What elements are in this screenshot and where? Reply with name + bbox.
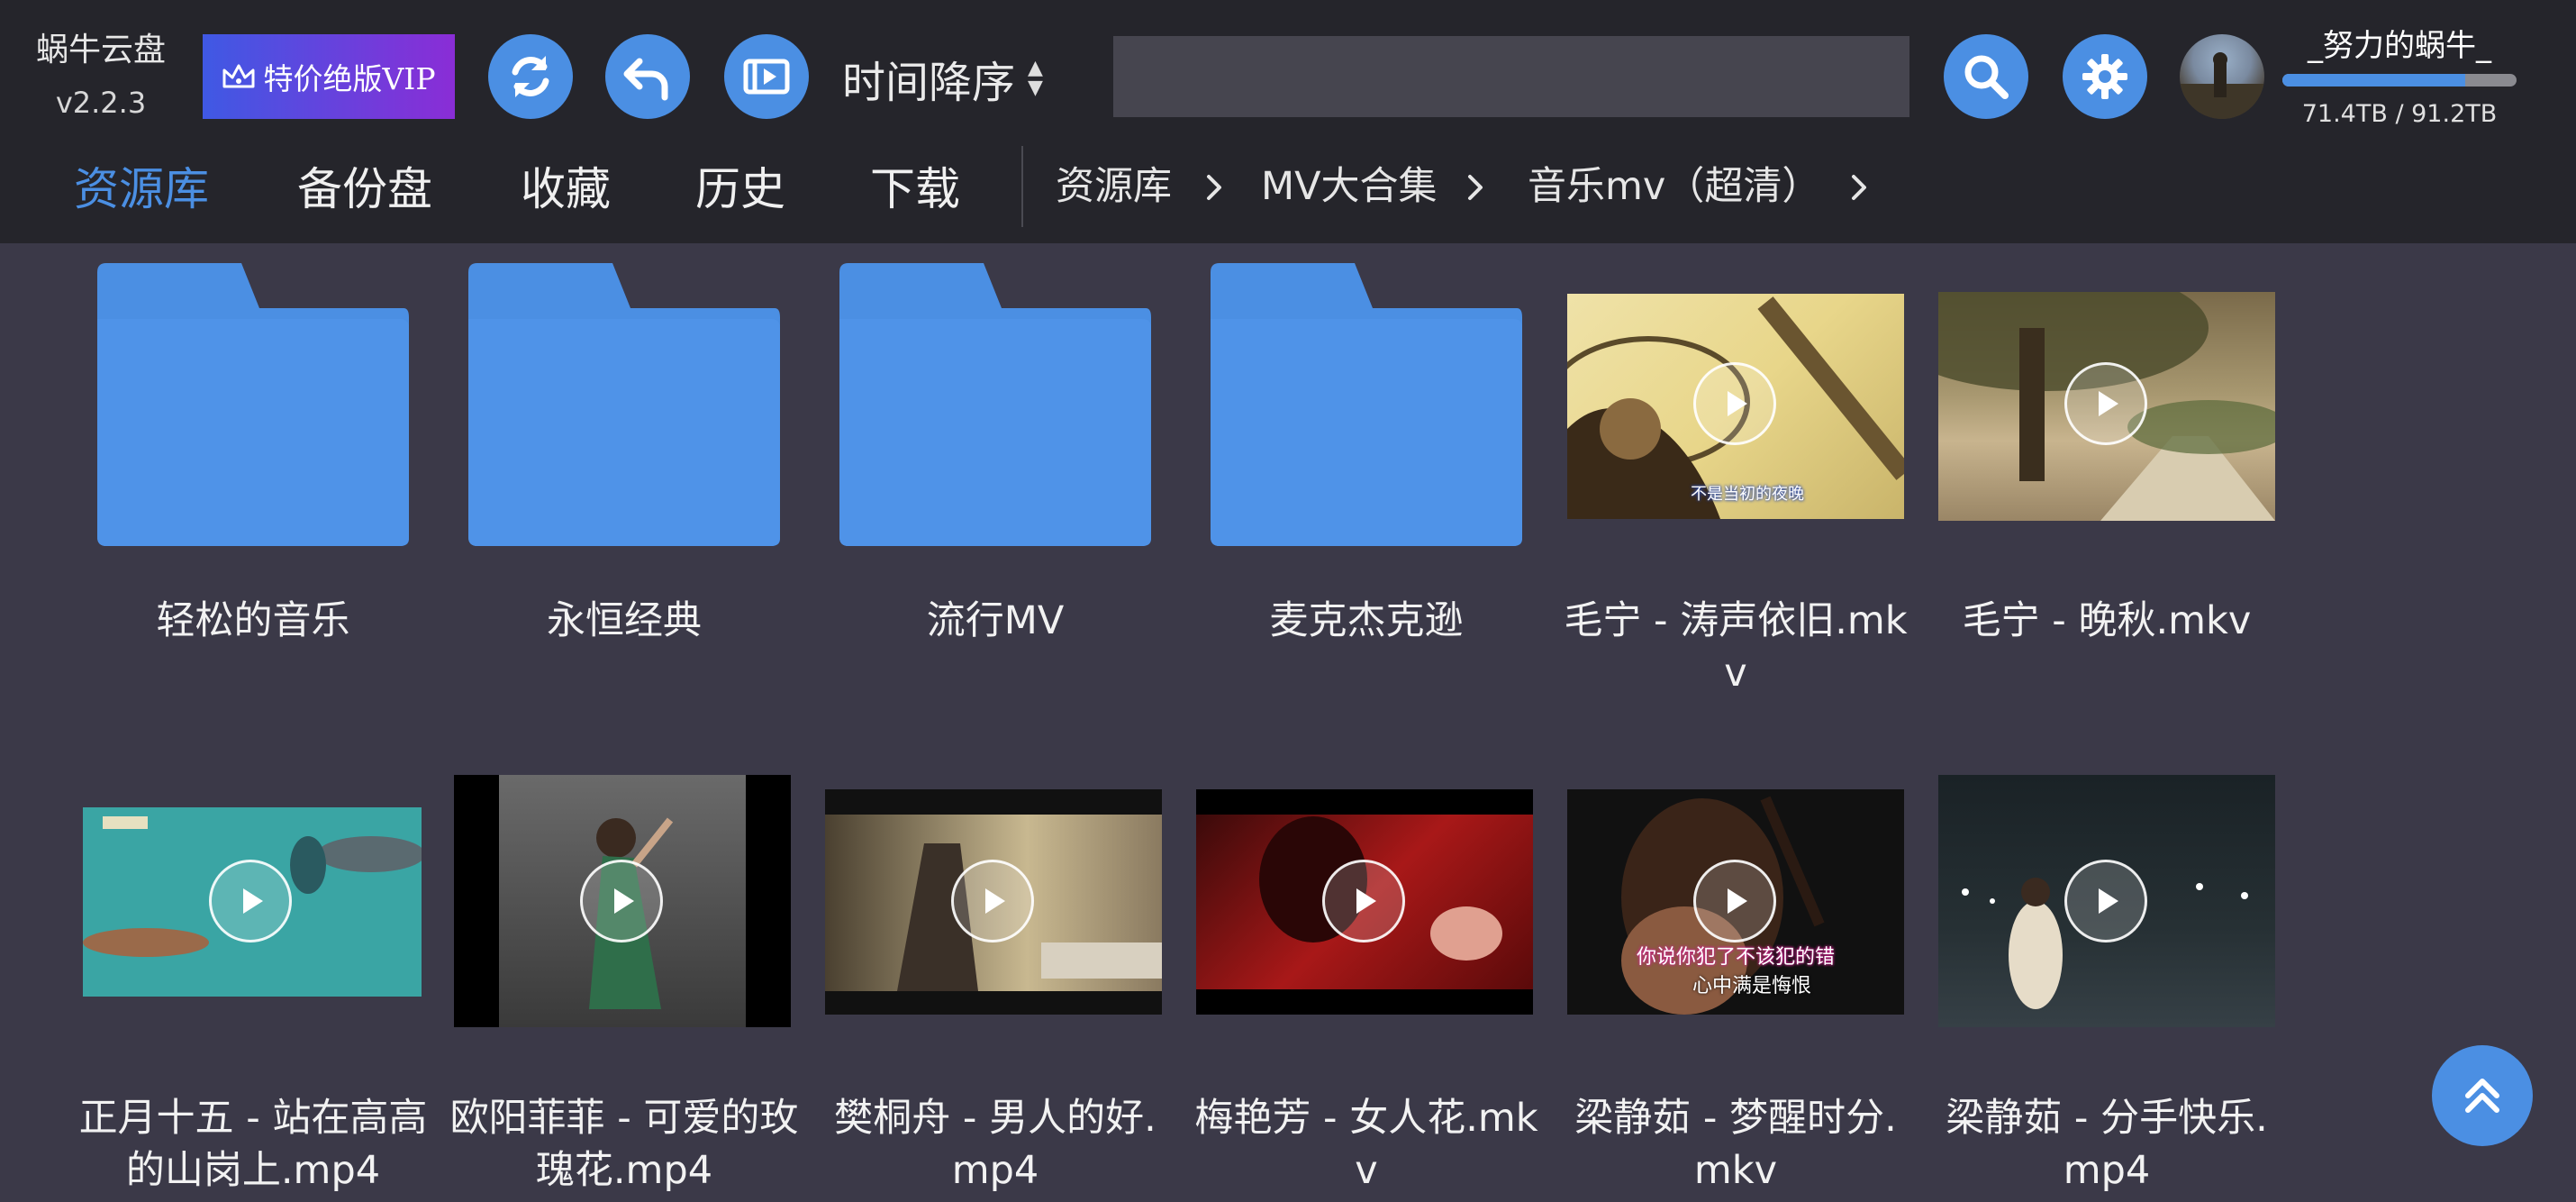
video-thumbnail: [454, 775, 791, 1027]
item-name: 梁静茹 - 梦醒时分.mkv: [1574, 1096, 1897, 1193]
video-thumbnail: [825, 789, 1162, 1015]
back-button[interactable]: [605, 34, 690, 119]
vip-crown-icon: [222, 64, 255, 88]
search-input[interactable]: [1113, 36, 1909, 117]
item-name: 樊桐舟 - 男人的好.mp4: [834, 1096, 1156, 1193]
settings-button[interactable]: [2063, 34, 2147, 119]
item-name: 麦克杰克逊: [1269, 598, 1464, 643]
video-thumbnail: [1196, 789, 1533, 1015]
sort-icon: ▲ ▼: [1028, 57, 1043, 99]
search-icon: [1964, 55, 2009, 99]
chevron-right-icon: [1468, 175, 1483, 200]
folder-icon: [1211, 263, 1522, 546]
breadcrumb-item[interactable]: 资源库: [1056, 155, 1172, 218]
video-thumbnail: 不是当初的夜晚: [1567, 294, 1904, 519]
video-subtitle: 你说你犯了不该犯的错: [1636, 946, 1835, 969]
vip-button[interactable]: 特价绝版VIP: [203, 34, 455, 119]
tab-history[interactable]: 历史: [695, 153, 785, 225]
video-list-button[interactable]: [724, 34, 809, 119]
item-name: 梅艳芳 - 女人花.mkv: [1194, 1096, 1538, 1193]
video-subtitle: 心中满是悔恨: [1692, 975, 1811, 997]
video-list-icon: [743, 59, 790, 95]
play-icon: [2064, 860, 2147, 942]
play-icon: [951, 860, 1034, 942]
video-thumbnail: [1938, 292, 2275, 521]
play-icon: [2064, 362, 2147, 445]
scroll-top-icon: [2465, 1079, 2499, 1113]
app-version: v2.2.3: [55, 86, 147, 120]
item-name: 毛宁 - 涛声依旧.mkv: [1564, 598, 1908, 696]
video-subtitle: 不是当初的夜晚: [1691, 485, 1804, 504]
video-thumbnail: [1938, 775, 2275, 1027]
play-icon: [1322, 860, 1405, 942]
search-button[interactable]: [1944, 34, 2028, 119]
folder-icon: [839, 263, 1151, 546]
item-name: 欧阳菲菲 - 可爱的玫瑰花.mp4: [449, 1096, 799, 1193]
refresh-icon: [512, 56, 549, 97]
folder-icon: [468, 263, 780, 546]
chevron-right-icon: [1207, 175, 1221, 200]
folder-icon: [97, 263, 409, 546]
play-icon: [580, 860, 663, 942]
quota-progress: [2282, 74, 2517, 87]
tab-divider: [1021, 146, 1023, 227]
tab-download[interactable]: 下载: [870, 153, 960, 225]
breadcrumb-item[interactable]: 音乐mv（超清）: [1528, 155, 1820, 218]
quota-text: 71.4TB / 91.2TB: [2301, 100, 2498, 128]
refresh-button[interactable]: [488, 34, 573, 119]
username: _努力的蜗牛_: [2308, 28, 2491, 64]
play-icon: [1693, 860, 1776, 942]
back-icon: [623, 58, 668, 101]
play-icon: [1693, 362, 1776, 445]
app-name: 蜗牛云盘: [35, 32, 166, 68]
settings-icon: [2082, 54, 2127, 99]
avatar[interactable]: [2180, 34, 2264, 119]
item-name: 轻松的音乐: [156, 598, 350, 643]
item-name: 毛宁 - 晚秋.mkv: [1962, 598, 2252, 643]
item-name: 永恒经典: [547, 598, 702, 643]
play-icon: [209, 860, 292, 942]
tab-favorites[interactable]: 收藏: [521, 153, 611, 225]
avatar-image: [2180, 52, 2264, 119]
video-thumbnail: [83, 807, 422, 997]
sort-label: 时间降序: [842, 58, 1016, 108]
tab-library[interactable]: 资源库: [74, 153, 209, 225]
sort-dropdown[interactable]: 时间降序 ▲ ▼: [842, 47, 1043, 110]
scroll-top-button[interactable]: [2432, 1045, 2533, 1146]
item-name: 梁静茹 - 分手快乐.mp4: [1946, 1096, 2268, 1193]
chevron-right-icon: [1852, 175, 1866, 200]
breadcrumb-item[interactable]: MV大合集: [1261, 155, 1438, 218]
item-name: 流行MV: [926, 598, 1065, 643]
video-thumbnail: 你说你犯了不该犯的错 心中满是悔恨: [1567, 789, 1904, 1015]
item-name: 正月十五 - 站在高高的山岗上.mp4: [78, 1096, 428, 1193]
vip-label: 特价绝版VIP: [263, 61, 436, 96]
tab-backup[interactable]: 备份盘: [297, 153, 432, 225]
